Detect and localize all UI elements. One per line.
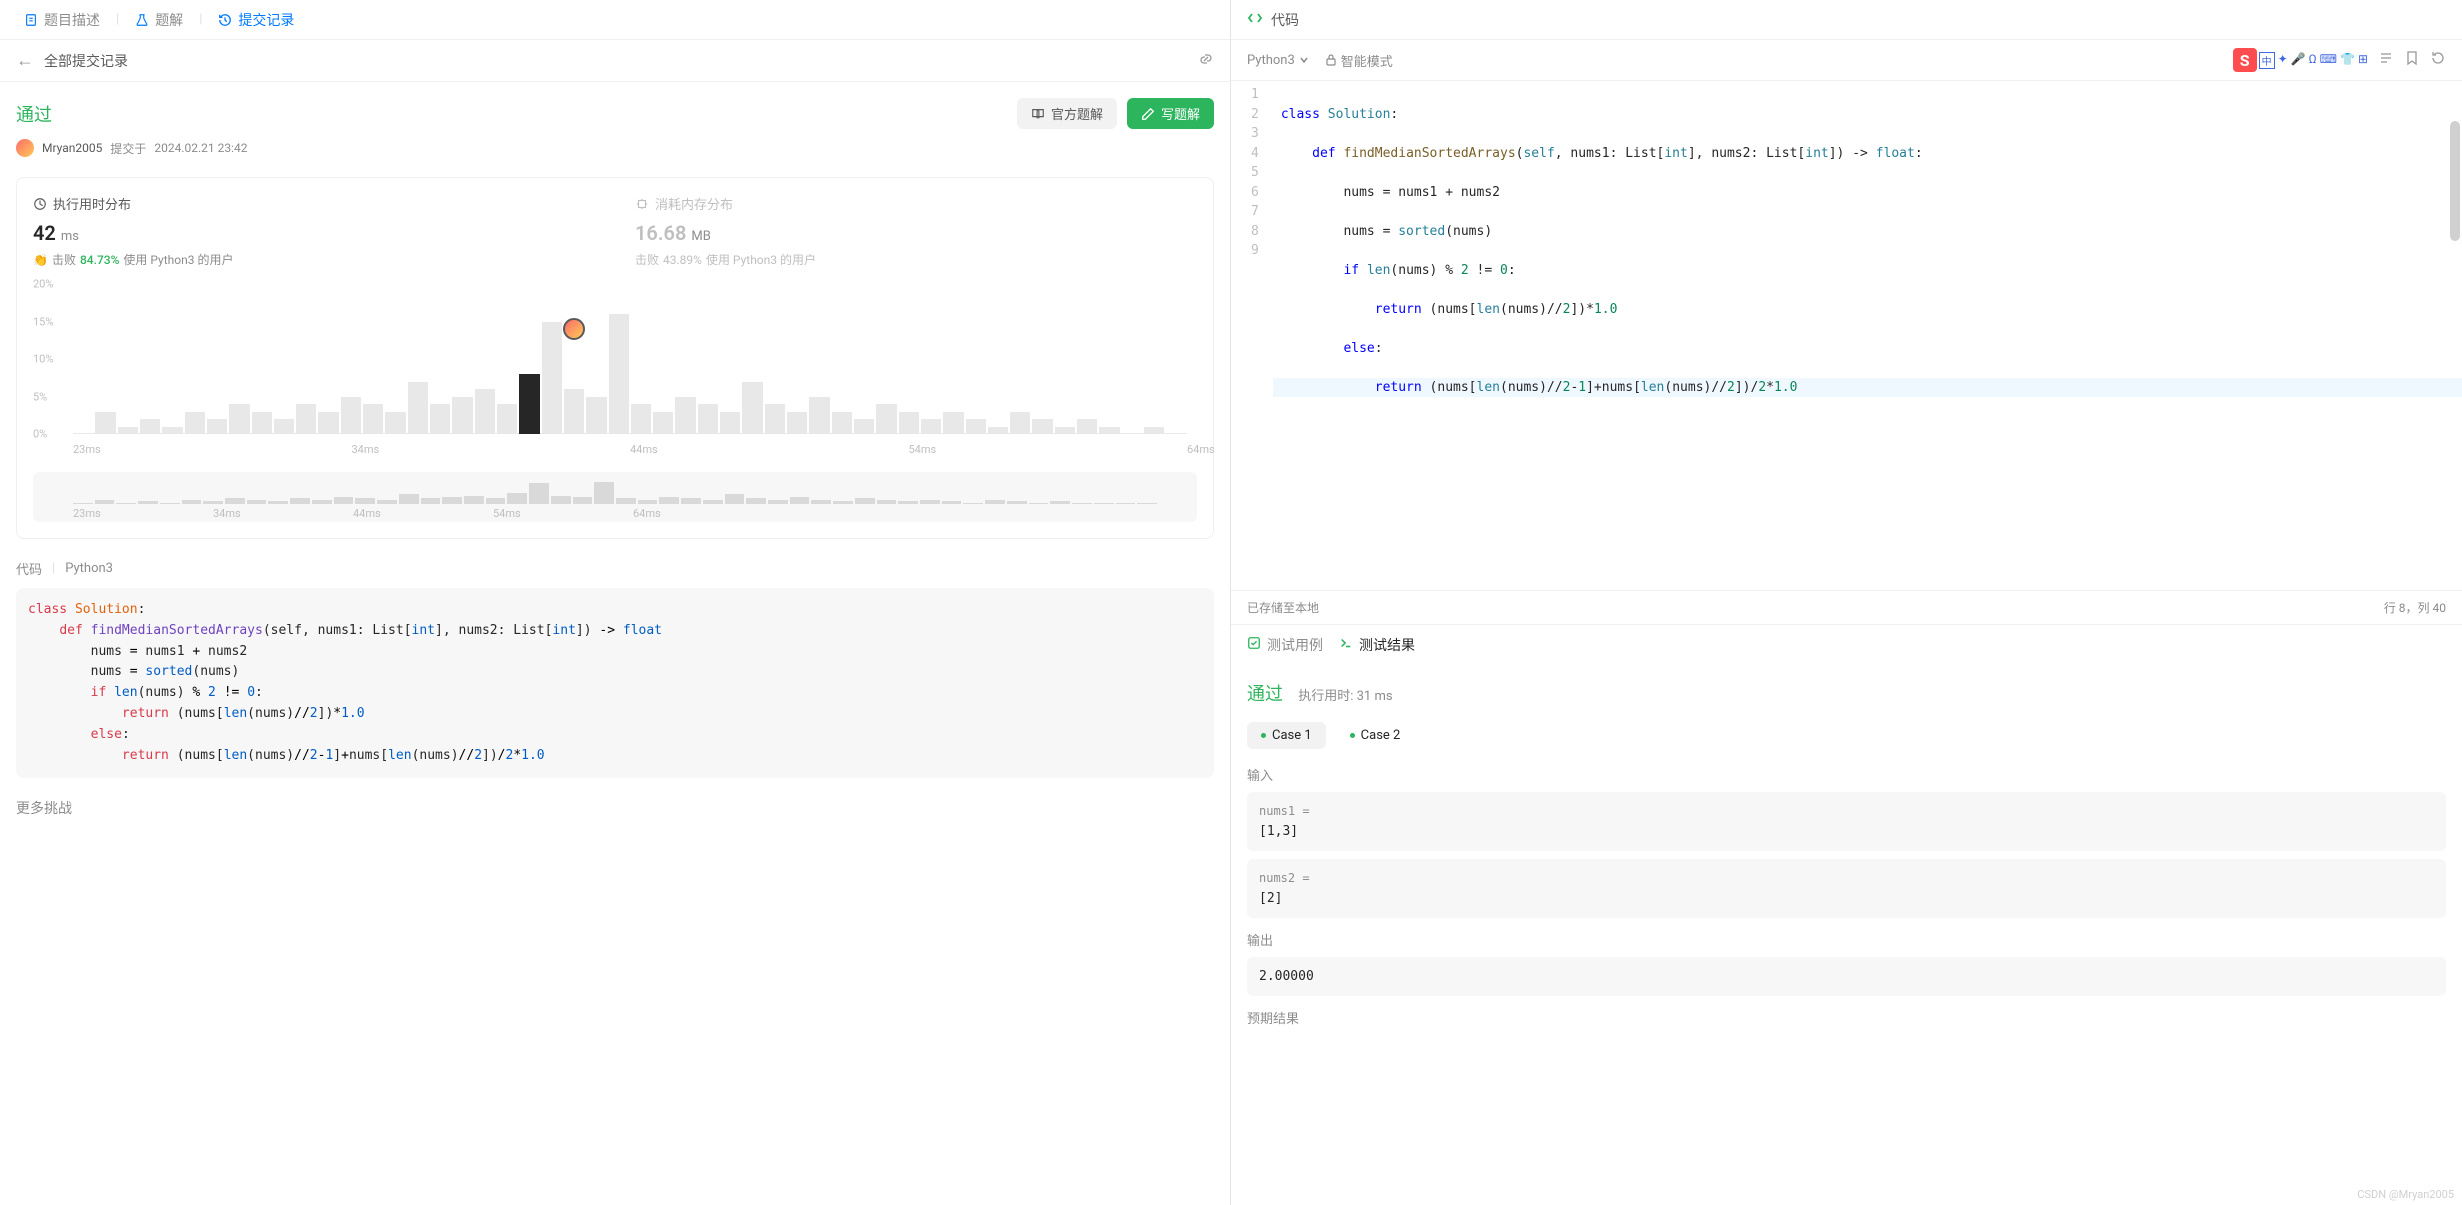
- tab-description[interactable]: 题目描述: [16, 0, 108, 39]
- sub-header-title: 全部提交记录: [44, 51, 128, 71]
- tab-test-result[interactable]: 测试结果: [1339, 635, 1415, 655]
- clap-icon: 👏: [33, 253, 48, 267]
- check-square-icon: [1247, 636, 1261, 654]
- edit-icon: [1141, 107, 1155, 121]
- memory-icon: [635, 197, 649, 211]
- history-icon: [218, 13, 232, 27]
- expected-label: 预期结果: [1247, 1008, 2446, 1027]
- chart-minimap[interactable]: 23ms34ms44ms54ms64ms: [33, 472, 1197, 522]
- tab-solution[interactable]: 题解: [127, 0, 191, 39]
- runtime-distribution-chart: 20%15%10%5%0% 23ms34ms44ms54ms64ms: [33, 284, 1197, 464]
- back-arrow[interactable]: ←: [16, 50, 34, 71]
- scrollbar-vertical[interactable]: [2450, 121, 2460, 241]
- official-solution-button[interactable]: 官方题解: [1017, 98, 1117, 129]
- runtime-stat[interactable]: 执行用时分布 42 ms 👏 击败 84.73% 使用 Python3 的用户: [33, 194, 595, 268]
- more-challenges-title: 更多挑战: [16, 798, 1214, 818]
- status-pass-label: 通过: [16, 101, 52, 127]
- result-runtime: 执行用时: 31 ms: [1298, 689, 1392, 704]
- tab-testcase[interactable]: 测试用例: [1247, 635, 1323, 655]
- case-1-tab[interactable]: Case 1: [1247, 722, 1326, 749]
- input-nums2[interactable]: nums2 = [2]: [1247, 859, 2446, 918]
- flask-icon: [135, 13, 149, 27]
- save-status: 已存储至本地: [1247, 599, 1319, 616]
- reset-icon[interactable]: [2430, 50, 2446, 70]
- cursor-position: 行 8，列 40: [2384, 599, 2446, 616]
- input-label: 输入: [1247, 765, 2446, 784]
- avatar: [16, 139, 34, 157]
- code-label: 代码: [16, 559, 42, 578]
- terminal-icon: [1339, 636, 1353, 654]
- ime-toolbar[interactable]: S 中 ✦🎤Ω⌨👕⊞: [2233, 48, 2368, 72]
- submit-time: 2024.02.21 23:42: [154, 141, 247, 155]
- sogou-icon: S: [2233, 48, 2257, 72]
- code-icon: [1247, 10, 1263, 30]
- case-2-tab[interactable]: Case 2: [1336, 722, 1415, 749]
- code-editor[interactable]: 123456789 class Solution: def findMedian…: [1231, 81, 2462, 590]
- username: Mryan2005: [42, 141, 102, 155]
- submitted-code-block: class Solution: def findMedianSortedArra…: [16, 588, 1214, 778]
- user-marker: [563, 318, 585, 340]
- tab-submissions[interactable]: 提交记录: [210, 0, 302, 39]
- link-icon[interactable]: [1198, 51, 1214, 71]
- clock-icon: [33, 197, 47, 211]
- lock-icon: [1325, 54, 1337, 66]
- memory-stat[interactable]: 消耗内存分布 16.68 MB 击败 43.89% 使用 Python3 的用户: [635, 194, 1197, 268]
- format-icon[interactable]: [2378, 50, 2394, 70]
- left-tabs: 题目描述 | 题解 | 提交记录: [0, 0, 1230, 40]
- submission-meta: Mryan2005 提交于 2024.02.21 23:42: [16, 139, 1214, 157]
- write-solution-button[interactable]: 写题解: [1127, 98, 1214, 129]
- output-value: 2.00000: [1247, 957, 2446, 996]
- result-status: 通过: [1247, 684, 1283, 705]
- book-icon: [1031, 107, 1045, 121]
- editor-mode[interactable]: 智能模式: [1325, 51, 1393, 70]
- input-nums1[interactable]: nums1 = [1,3]: [1247, 792, 2446, 851]
- language-select[interactable]: Python3: [1247, 53, 1309, 68]
- code-lang: Python3: [65, 561, 113, 576]
- output-label: 输出: [1247, 930, 2446, 949]
- bookmark-icon[interactable]: [2404, 50, 2420, 70]
- watermark: CSDN @Mryan2005: [2357, 1188, 2454, 1201]
- chevron-down-icon: [1299, 55, 1309, 65]
- document-icon: [24, 13, 38, 27]
- right-header-title: 代码: [1271, 10, 1299, 30]
